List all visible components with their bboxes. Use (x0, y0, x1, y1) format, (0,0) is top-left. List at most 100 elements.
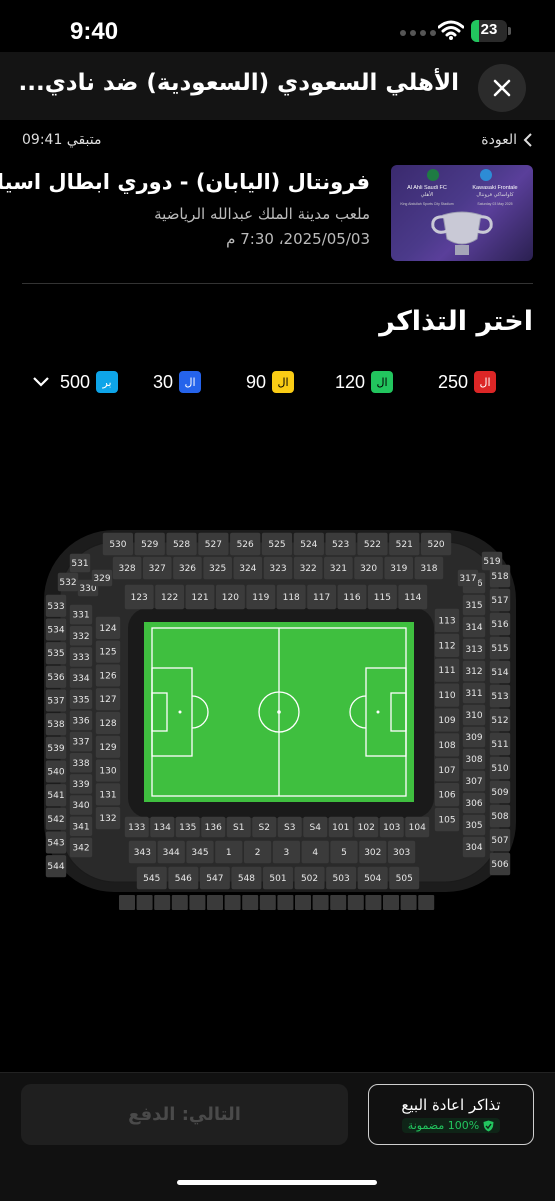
seat-section-label: 118 (283, 593, 300, 603)
bottom-strip-box (365, 895, 382, 910)
seat-section-label: 125 (99, 648, 116, 658)
seat-section-label: 310 (465, 711, 482, 721)
resale-tickets-button[interactable]: تذاكر اعادة البيع 100% مضمونة (368, 1084, 534, 1145)
seat-section-label: 113 (438, 616, 455, 626)
seat-section-label: 124 (99, 624, 116, 634)
seat-section-label: 129 (99, 743, 116, 753)
seat-section-label: 325 (209, 564, 226, 574)
seat-section-label: 126 (99, 671, 116, 681)
seat-section-label: 507 (491, 836, 508, 846)
bottom-strip-box (277, 895, 294, 910)
seat-section-label: 3 (284, 848, 290, 858)
bottom-strip-box (347, 895, 364, 910)
price-500-label: 500 (60, 371, 91, 392)
seat-section-label: 307 (465, 777, 482, 787)
seat-section-label: 335 (72, 695, 89, 705)
seat-section-label: 341 (72, 822, 89, 832)
seat-section-label: 531 (71, 559, 88, 569)
seat-section-label: 120 (222, 593, 239, 603)
seat-section-label: 119 (252, 593, 269, 603)
seat-section-label: 313 (465, 645, 482, 655)
seat-section-label: 523 (332, 540, 349, 550)
seat-section-label: 317 (459, 574, 476, 584)
seat-section-label: 104 (409, 823, 426, 833)
next-payment-button[interactable]: التالي: الدفع (21, 1084, 348, 1145)
seat-section-label: 518 (491, 572, 508, 582)
seat-section-label: 105 (438, 816, 455, 826)
seat-section-label: 515 (491, 644, 508, 654)
seat-section-label: 315 (465, 601, 482, 611)
seat-section-label: 532 (59, 578, 76, 588)
seat-section-label: 504 (364, 874, 381, 884)
seat-section-label: 319 (390, 564, 407, 574)
price-filter-90[interactable]: 90 ال (246, 371, 295, 393)
seat-section-label: 102 (358, 823, 375, 833)
seat-section-label: 545 (143, 874, 160, 884)
cellular-signal-icon (400, 30, 436, 36)
price-filter-30[interactable]: 30 ال (153, 371, 202, 393)
seat-section-label: 309 (465, 733, 482, 743)
price-30-badge: ال (179, 371, 202, 393)
seat-section-label: 539 (47, 744, 64, 754)
seat-section-label: 536 (47, 673, 64, 683)
bottom-strip-box (242, 895, 259, 910)
seat-section-label: 324 (239, 564, 256, 574)
seat-section-label: 535 (47, 649, 64, 659)
seat-section-label: 306 (465, 799, 482, 809)
back-link[interactable]: العودة (481, 132, 533, 148)
seat-section-label: 321 (330, 564, 347, 574)
seat-section-label: 343 (134, 848, 151, 858)
seat-section-label: 116 (343, 593, 360, 603)
seat-section-label: S4 (310, 823, 322, 833)
seat-section-label: 525 (268, 540, 285, 550)
seat-section-label: 548 (238, 874, 255, 884)
bottom-strip-box (400, 895, 417, 910)
seat-section-label: 101 (332, 823, 349, 833)
seat-section-label: 302 (364, 848, 381, 858)
seat-section-label: 501 (269, 874, 286, 884)
seat-section-label: 320 (360, 564, 377, 574)
chevron-down-icon[interactable] (32, 376, 50, 388)
seat-section-label: 132 (99, 814, 116, 824)
seat-section-label: 547 (206, 874, 223, 884)
seat-section-label: 520 (427, 540, 444, 550)
battery-icon: 23 (471, 20, 507, 42)
close-button[interactable] (478, 64, 526, 112)
seat-section-label: 136 (205, 823, 222, 833)
seat-section-label: 543 (47, 839, 64, 849)
seat-section-label: 534 (47, 626, 64, 636)
chevron-left-icon (523, 133, 532, 147)
seat-section-label: 339 (72, 780, 89, 790)
seat-section-label: 2 (255, 848, 261, 858)
seat-section-label: 110 (438, 691, 455, 701)
resale-tickets-label: تذاكر اعادة البيع (401, 1096, 501, 1114)
seat-section-label: 326 (179, 564, 196, 574)
seat-section-label: 127 (99, 695, 116, 705)
price-filter-250[interactable]: 250 ال (438, 371, 497, 393)
poster-team-left: Al Ahli Saudi FC (407, 185, 447, 191)
seat-section-label: 337 (72, 738, 89, 748)
seat-section-label: 533 (47, 602, 64, 612)
bottom-strip-box (330, 895, 347, 910)
bottom-strip-box (207, 895, 223, 910)
stadium-seat-map[interactable]: 530 529 528 527 526 525 524 523 522 521 520328 327 3… (40, 528, 520, 913)
seat-section-label: 541 (47, 791, 64, 801)
seat-section-label: 333 (72, 653, 89, 663)
price-filter-120[interactable]: 120 ال (335, 371, 394, 393)
seat-section-label: 327 (149, 564, 166, 574)
seat-section-label: 510 (491, 764, 508, 774)
seat-section-label: 328 (118, 564, 135, 574)
seat-section-label: 128 (99, 719, 116, 729)
event-poster: Al Ahli Saudi FC الأهلي Kawasaki Frontal… (391, 165, 533, 261)
seat-section-label: 318 (420, 564, 437, 574)
price-250-label: 250 (438, 371, 469, 392)
price-500-badge: بر (96, 371, 119, 393)
price-filter-500[interactable]: 500 بر (60, 371, 119, 393)
seat-section-label: 345 (191, 848, 208, 858)
seat-section-label: 524 (300, 540, 317, 550)
seat-section-label: 537 (47, 697, 64, 707)
seat-section-label: 311 (465, 689, 482, 699)
seat-section-label: 514 (491, 668, 508, 678)
page-title: الأهلي السعودي (السعودية) ضد نادي... (18, 70, 459, 96)
event-venue: ملعب مدينة الملك عبدالله الرياضية (154, 205, 370, 223)
